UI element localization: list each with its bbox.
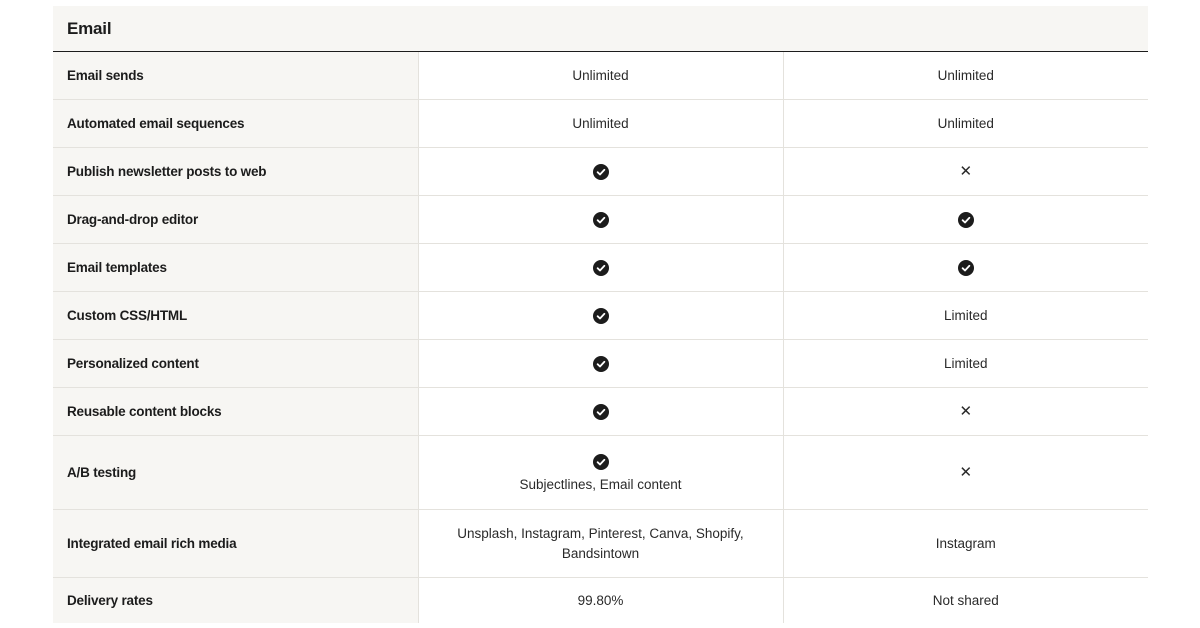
table-row: Automated email sequences Unlimited Unli… bbox=[53, 99, 1148, 148]
table-row: Integrated email rich media Unsplash, In… bbox=[53, 509, 1148, 578]
plan-b-value: ✕ bbox=[782, 435, 1148, 510]
cross-icon: ✕ bbox=[959, 464, 973, 481]
plan-b-value: Instagram bbox=[782, 509, 1148, 578]
check-icon bbox=[957, 211, 974, 228]
plan-a-value bbox=[417, 195, 783, 244]
ab-testing-detail: Subjectlines, Email content bbox=[519, 476, 682, 492]
feature-label: Publish newsletter posts to web bbox=[53, 147, 418, 196]
email-comparison-section: Email Email sends Unlimited Unlimited Au… bbox=[53, 6, 1148, 623]
plan-a-value bbox=[417, 243, 783, 292]
check-icon bbox=[592, 307, 609, 324]
plan-a-value: Subjectlines, Email content bbox=[417, 435, 783, 510]
plan-b-value: Limited bbox=[782, 291, 1148, 340]
plan-a-value bbox=[417, 147, 783, 196]
feature-label: Automated email sequences bbox=[53, 99, 418, 148]
section-title: Email bbox=[67, 18, 112, 38]
plan-b-value: Not shared bbox=[782, 577, 1148, 623]
plan-a-value: Unsplash, Instagram, Pinterest, Canva, S… bbox=[417, 509, 783, 578]
plan-b-value: ✕ bbox=[782, 147, 1148, 196]
feature-label: Custom CSS/HTML bbox=[53, 291, 418, 340]
plan-b-value bbox=[782, 195, 1148, 244]
comparison-table: Email sends Unlimited Unlimited Automate… bbox=[53, 52, 1148, 623]
check-icon bbox=[592, 211, 609, 228]
cross-icon: ✕ bbox=[959, 163, 973, 180]
plan-a-value: Unlimited bbox=[417, 99, 783, 148]
check-icon bbox=[957, 259, 974, 276]
feature-label: Drag-and-drop editor bbox=[53, 195, 418, 244]
plan-b-value bbox=[782, 243, 1148, 292]
plan-b-value: ✕ bbox=[782, 387, 1148, 436]
plan-b-value: Unlimited bbox=[782, 99, 1148, 148]
check-icon bbox=[592, 259, 609, 276]
feature-label: Reusable content blocks bbox=[53, 387, 418, 436]
table-row: Reusable content blocks ✕ bbox=[53, 387, 1148, 436]
table-row: Drag-and-drop editor bbox=[53, 195, 1148, 244]
plan-a-value bbox=[417, 291, 783, 340]
table-row: Custom CSS/HTML Limited bbox=[53, 291, 1148, 340]
feature-label: Integrated email rich media bbox=[53, 509, 418, 578]
cross-icon: ✕ bbox=[959, 403, 973, 420]
plan-a-value: 99.80% bbox=[417, 577, 783, 623]
table-row: Email templates bbox=[53, 243, 1148, 292]
rich-media-list: Unsplash, Instagram, Pinterest, Canva, S… bbox=[457, 525, 744, 561]
feature-label: Email templates bbox=[53, 243, 418, 292]
table-row: Personalized content Limited bbox=[53, 339, 1148, 388]
section-header: Email bbox=[53, 6, 1148, 52]
feature-label: Personalized content bbox=[53, 339, 418, 388]
table-row: Delivery rates 99.80% Not shared bbox=[53, 577, 1148, 623]
feature-label: Delivery rates bbox=[53, 577, 418, 623]
check-icon bbox=[592, 453, 609, 470]
plan-b-value: Unlimited bbox=[782, 52, 1148, 100]
plan-a-value bbox=[417, 387, 783, 436]
check-icon bbox=[592, 403, 609, 420]
feature-label: A/B testing bbox=[53, 435, 418, 510]
plan-a-value bbox=[417, 339, 783, 388]
table-row: Email sends Unlimited Unlimited bbox=[53, 52, 1148, 100]
plan-b-value: Limited bbox=[782, 339, 1148, 388]
table-row: A/B testing Subjectlines, Email content … bbox=[53, 435, 1148, 510]
plan-a-value: Unlimited bbox=[417, 52, 783, 100]
table-row: Publish newsletter posts to web ✕ bbox=[53, 147, 1148, 196]
check-icon bbox=[592, 355, 609, 372]
feature-label: Email sends bbox=[53, 52, 418, 100]
check-icon bbox=[592, 163, 609, 180]
